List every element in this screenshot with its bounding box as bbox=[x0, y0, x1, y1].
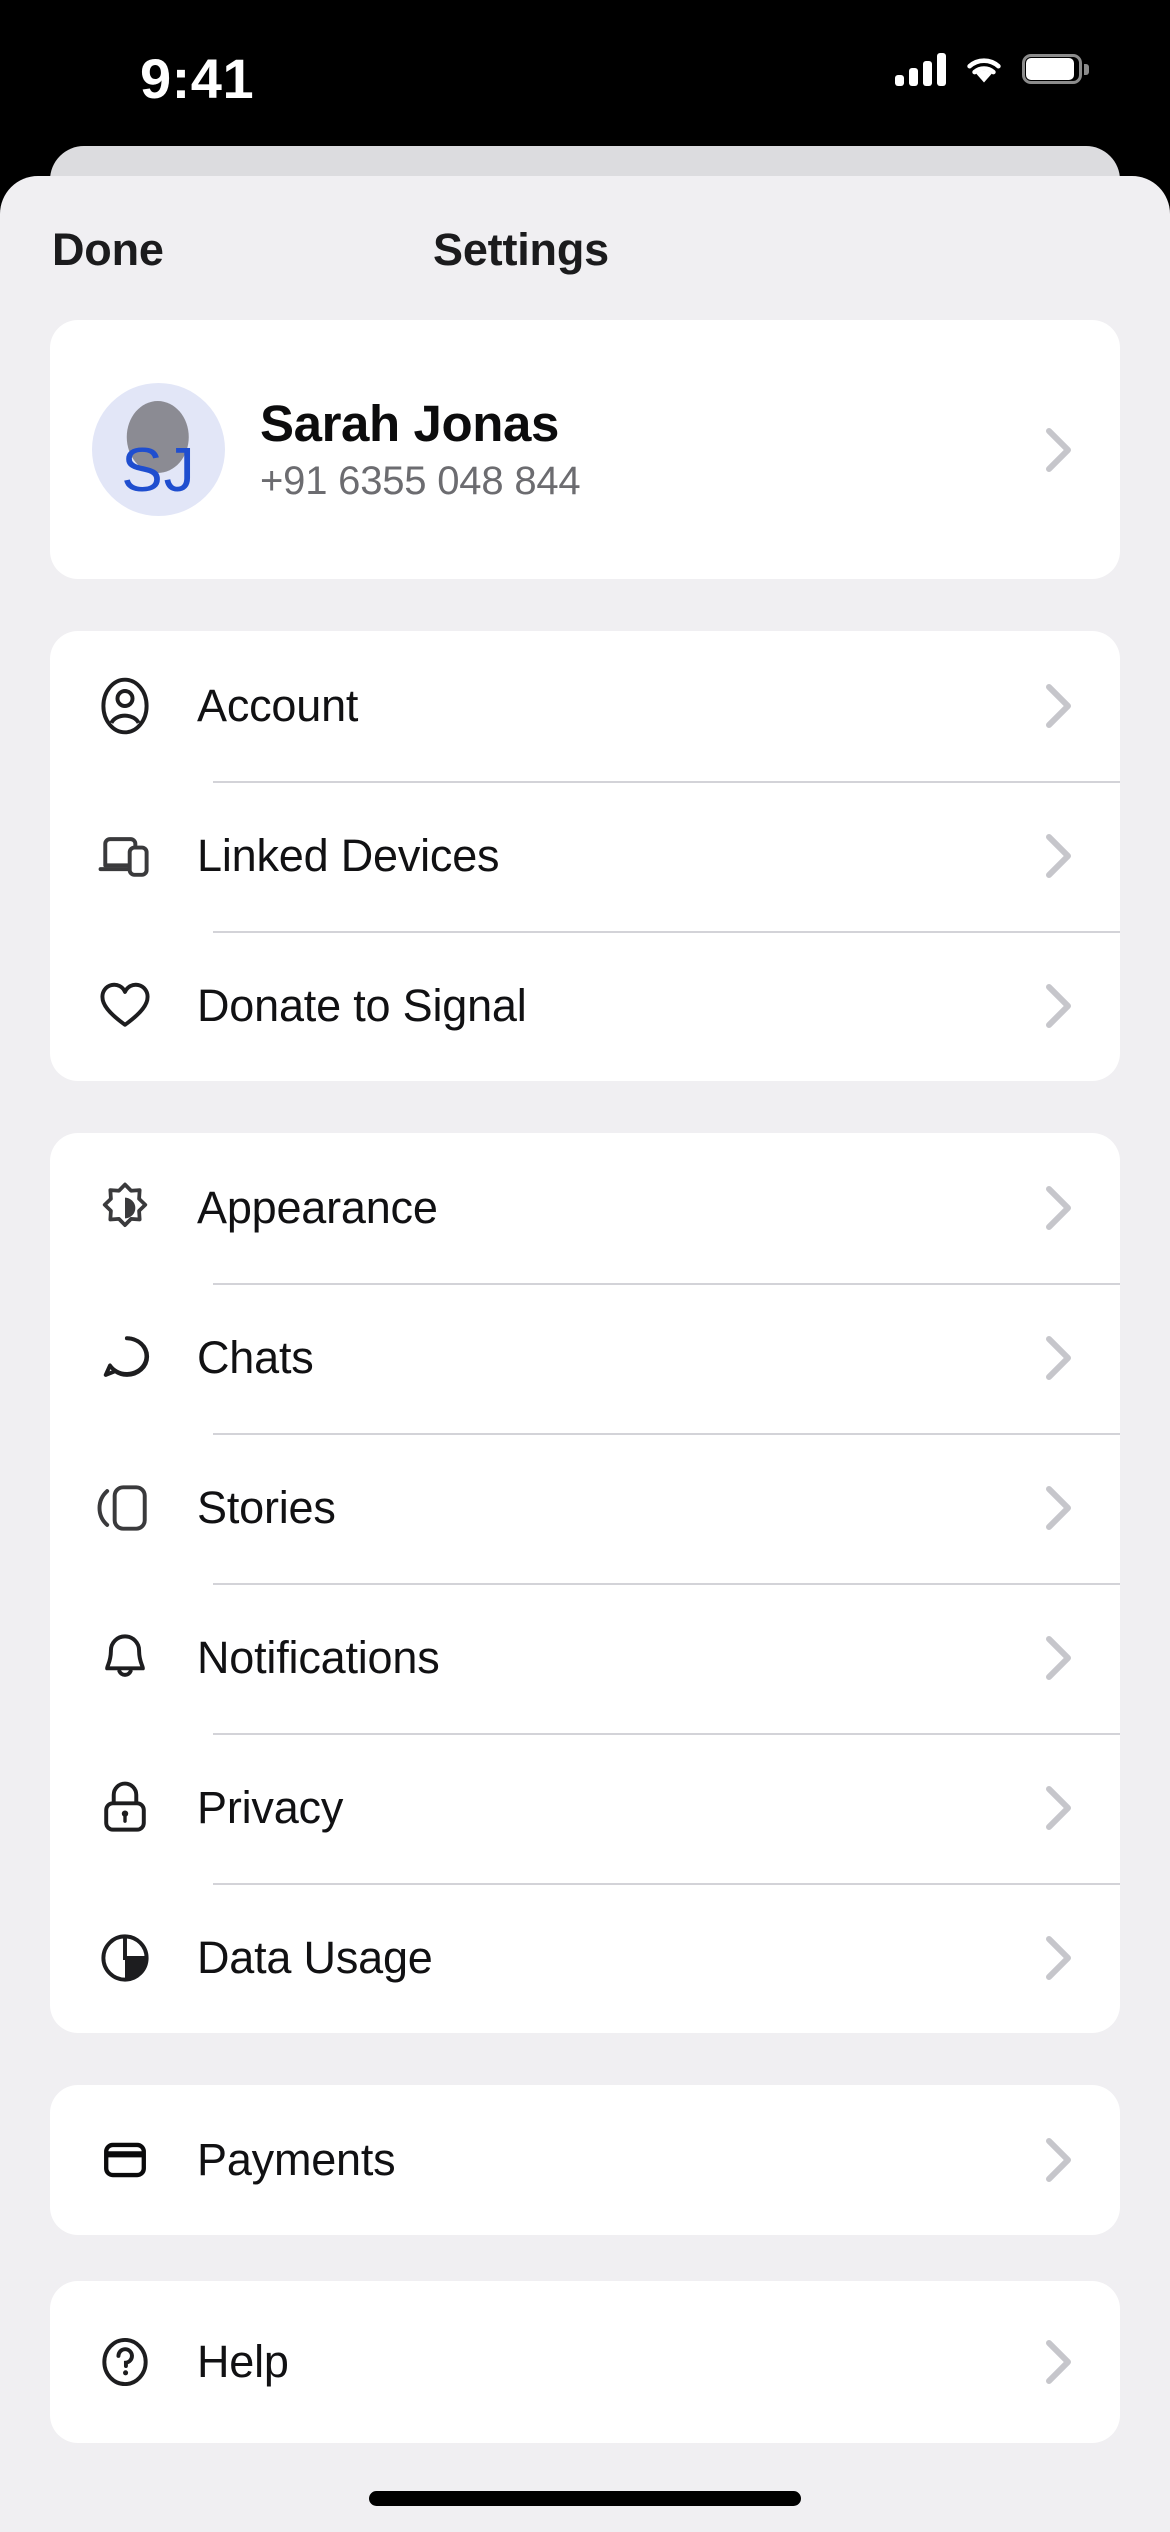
credit-card-icon bbox=[92, 2127, 158, 2193]
settings-item-payments[interactable]: Payments bbox=[50, 2085, 1120, 2235]
settings-item-label: Donate to Signal bbox=[197, 980, 527, 1031]
chevron-right-icon bbox=[1042, 1483, 1076, 1533]
avatar-initials: SJ bbox=[121, 436, 196, 505]
stories-icon bbox=[92, 1475, 158, 1541]
chevron-right-icon bbox=[1042, 1633, 1076, 1683]
settings-item-label: Payments bbox=[197, 2134, 396, 2185]
settings-item-label: Notifications bbox=[197, 1632, 440, 1683]
account-icon bbox=[92, 673, 158, 739]
lock-icon bbox=[92, 1775, 158, 1841]
page-title: Settings bbox=[433, 224, 609, 275]
profile-row[interactable]: SJ Sarah Jonas +91 6355 048 844 bbox=[50, 320, 1120, 579]
settings-item-data-usage[interactable]: Data Usage bbox=[50, 1883, 1120, 2033]
settings-item-account[interactable]: Account bbox=[50, 631, 1120, 781]
chevron-right-icon bbox=[1042, 981, 1076, 1031]
settings-item-linked-devices[interactable]: Linked Devices bbox=[50, 781, 1120, 931]
chevron-right-icon bbox=[1042, 425, 1076, 475]
profile-name: Sarah Jonas bbox=[260, 395, 559, 453]
chevron-right-icon bbox=[1042, 1183, 1076, 1233]
settings-sheet: Done Settings SJ Sarah Jonas +91 6355 04… bbox=[0, 176, 1170, 2532]
settings-item-privacy[interactable]: Privacy bbox=[50, 1733, 1120, 1883]
status-bar: 9:41 bbox=[0, 0, 1170, 145]
phone-screen: 9:41 Done Settings SJ Sarah Jonas +91 63… bbox=[0, 0, 1170, 2532]
chat-bubble-icon bbox=[92, 1325, 158, 1391]
status-bar-clock: 9:41 bbox=[140, 47, 255, 110]
status-bar-indicators bbox=[895, 52, 1089, 86]
chevron-right-icon bbox=[1042, 1333, 1076, 1383]
cellular-signal-icon bbox=[895, 52, 946, 86]
profile-phone: +91 6355 048 844 bbox=[260, 458, 581, 503]
chevron-right-icon bbox=[1042, 1783, 1076, 1833]
payments-group-card: Payments bbox=[50, 2085, 1120, 2235]
settings-item-label: Privacy bbox=[197, 1782, 344, 1833]
settings-item-label: Linked Devices bbox=[197, 830, 500, 881]
pie-chart-icon bbox=[92, 1925, 158, 1991]
navigation-bar: Done Settings bbox=[0, 176, 1170, 320]
help-group-card: Help bbox=[50, 2281, 1120, 2443]
preferences-group-card: Appearance Chats Stories Notifications P… bbox=[50, 1133, 1120, 2033]
profile-card: SJ Sarah Jonas +91 6355 048 844 bbox=[50, 320, 1120, 579]
settings-item-stories[interactable]: Stories bbox=[50, 1433, 1120, 1583]
settings-item-notifications[interactable]: Notifications bbox=[50, 1583, 1120, 1733]
settings-item-label: Account bbox=[197, 680, 359, 731]
settings-item-appearance[interactable]: Appearance bbox=[50, 1133, 1120, 1283]
chevron-right-icon bbox=[1042, 681, 1076, 731]
account-group-card: Account Linked Devices Donate to Signal bbox=[50, 631, 1120, 1081]
battery-full-icon bbox=[1022, 54, 1089, 84]
settings-item-chats[interactable]: Chats bbox=[50, 1283, 1120, 1433]
settings-item-label: Data Usage bbox=[197, 1932, 433, 1983]
settings-item-label: Help bbox=[197, 2336, 289, 2387]
linked-devices-icon bbox=[92, 823, 158, 889]
settings-item-label: Appearance bbox=[197, 1182, 438, 1233]
heart-icon bbox=[92, 973, 158, 1039]
settings-item-donate-to-signal[interactable]: Donate to Signal bbox=[50, 931, 1120, 1081]
settings-item-label: Stories bbox=[197, 1482, 336, 1533]
bell-icon bbox=[92, 1625, 158, 1691]
chevron-right-icon bbox=[1042, 2337, 1076, 2387]
chevron-right-icon bbox=[1042, 2135, 1076, 2185]
chevron-right-icon bbox=[1042, 1933, 1076, 1983]
settings-item-label: Chats bbox=[197, 1332, 314, 1383]
appearance-icon bbox=[92, 1175, 158, 1241]
avatar: SJ bbox=[92, 383, 225, 516]
settings-item-help[interactable]: Help bbox=[50, 2281, 1120, 2443]
wifi-icon bbox=[963, 54, 1005, 85]
home-indicator[interactable] bbox=[369, 2491, 801, 2506]
profile-text: Sarah Jonas +91 6355 048 844 bbox=[260, 395, 1042, 503]
question-circle-icon bbox=[92, 2329, 158, 2395]
chevron-right-icon bbox=[1042, 831, 1076, 881]
